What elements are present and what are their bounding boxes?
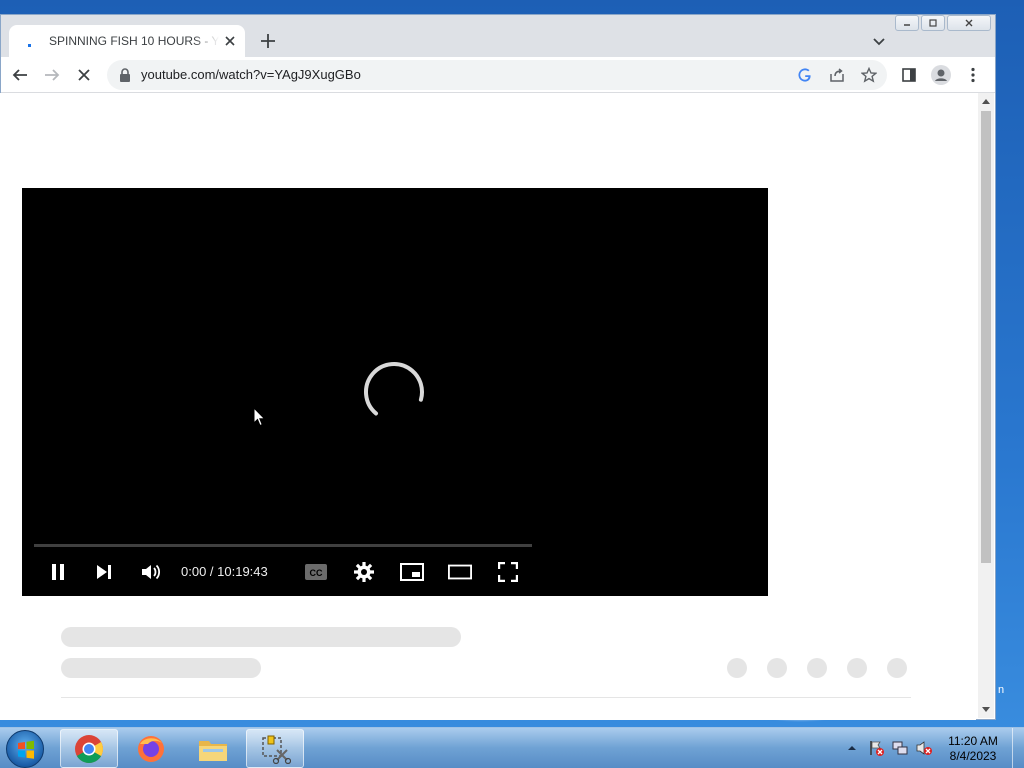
address-bar[interactable]: youtube.com/watch?v=YAgJ9XugGBo: [107, 60, 887, 90]
progress-bar[interactable]: [34, 544, 532, 547]
new-tab-icon[interactable]: [259, 32, 277, 50]
action-placeholder: [767, 658, 787, 678]
miniplayer-icon: [400, 563, 424, 581]
gear-icon: [354, 562, 374, 582]
show-desktop-button[interactable]: [1012, 728, 1024, 768]
divider: [61, 697, 911, 698]
chevron-down-icon[interactable]: [871, 33, 887, 49]
file-explorer-icon: [199, 740, 227, 761]
pause-icon: [52, 564, 64, 580]
next-button[interactable]: [92, 560, 116, 584]
share-icon[interactable]: [829, 67, 845, 83]
window-controls: [895, 15, 991, 31]
network-icon[interactable]: [891, 739, 909, 757]
system-tray: [843, 738, 933, 758]
channel-placeholder: [61, 658, 261, 678]
action-placeholder: [727, 658, 747, 678]
scroll-down-icon[interactable]: [982, 707, 990, 712]
kebab-menu-icon: [971, 67, 975, 83]
forward-arrow-icon: [45, 69, 60, 81]
action-placeholder: [887, 658, 907, 678]
captions-icon: CC: [305, 564, 327, 580]
clock-date: 8/4/2023: [949, 749, 997, 763]
video-player[interactable]: 0:00 / 10:19:43 CC: [22, 188, 768, 596]
action-placeholder: [847, 658, 867, 678]
web-page: 0:00 / 10:19:43 CC: [0, 93, 976, 720]
theater-mode-button[interactable]: [448, 560, 472, 584]
back-arrow-icon: [12, 69, 27, 81]
volume-muted-icon[interactable]: [915, 739, 933, 757]
action-center-flag-icon[interactable]: [867, 739, 885, 757]
show-hidden-icons-icon[interactable]: [843, 739, 861, 757]
taskbar-chrome[interactable]: [60, 729, 118, 768]
scrollbar-thumb[interactable]: [981, 111, 991, 563]
side-panel-icon: [902, 68, 916, 82]
back-button[interactable]: [10, 65, 30, 85]
start-button[interactable]: [6, 730, 44, 768]
mouse-cursor-icon: [253, 407, 266, 427]
miniplayer-button[interactable]: [400, 560, 424, 584]
browser-toolbar: youtube.com/watch?v=YAgJ9XugGBo: [1, 57, 995, 93]
fullscreen-icon: [498, 562, 518, 582]
settings-button[interactable]: [352, 560, 376, 584]
restore-icon: [929, 19, 937, 27]
taskbar-snipping-tool[interactable]: [246, 729, 304, 768]
loading-dot-icon: [21, 33, 37, 49]
side-panel-button[interactable]: [899, 65, 919, 85]
clock-time: 11:20 AM: [948, 734, 998, 748]
snipping-tool-icon: [262, 735, 291, 764]
chrome-icon: [75, 734, 103, 763]
close-icon: [965, 19, 973, 27]
time-display: 0:00 / 10:19:43: [181, 564, 268, 579]
restore-button[interactable]: [921, 15, 945, 31]
captions-label: CC: [310, 568, 323, 578]
taskbar-file-explorer[interactable]: [184, 729, 242, 768]
close-icon: [78, 69, 90, 81]
action-placeholder: [807, 658, 827, 678]
google-translate-icon[interactable]: [797, 67, 813, 83]
volume-button[interactable]: [139, 560, 163, 584]
menu-button[interactable]: [963, 65, 983, 85]
tab-youtube[interactable]: SPINNING FISH 10 HOURS - YouTube: [9, 25, 245, 57]
fullscreen-button[interactable]: [496, 560, 520, 584]
minimize-button[interactable]: [895, 15, 919, 31]
stop-button[interactable]: [74, 65, 94, 85]
captions-button[interactable]: CC: [304, 560, 328, 584]
page-scrollbar[interactable]: [978, 93, 994, 718]
firefox-icon: [138, 735, 164, 762]
minimize-icon: [904, 24, 910, 26]
taskbar: 11:20 AM 8/4/2023: [0, 727, 1024, 768]
tab-strip: SPINNING FISH 10 HOURS - YouTube: [1, 15, 995, 57]
close-window-button[interactable]: [947, 15, 991, 31]
avatar-icon: [931, 65, 951, 85]
windows-logo-icon: [18, 740, 34, 759]
bookmark-star-icon[interactable]: [861, 67, 877, 83]
volume-icon: [142, 564, 161, 580]
scroll-up-icon[interactable]: [982, 99, 990, 104]
taskbar-firefox[interactable]: [122, 729, 180, 768]
theater-mode-icon: [448, 564, 472, 580]
skip-next-icon: [97, 565, 111, 579]
url-text[interactable]: youtube.com/watch?v=YAgJ9XugGBo: [141, 67, 361, 82]
tab-title: SPINNING FISH 10 HOURS - YouTube: [49, 34, 219, 48]
system-clock[interactable]: 11:20 AM 8/4/2023: [938, 734, 1008, 764]
title-placeholder: [61, 627, 461, 647]
forward-button[interactable]: [42, 65, 62, 85]
close-tab-icon[interactable]: [223, 34, 237, 48]
lock-icon: [120, 68, 130, 82]
loading-spinner-icon: [364, 362, 424, 422]
pause-button[interactable]: [46, 560, 70, 584]
profile-button[interactable]: [931, 65, 951, 85]
desktop-icon-label: n: [998, 684, 1005, 696]
